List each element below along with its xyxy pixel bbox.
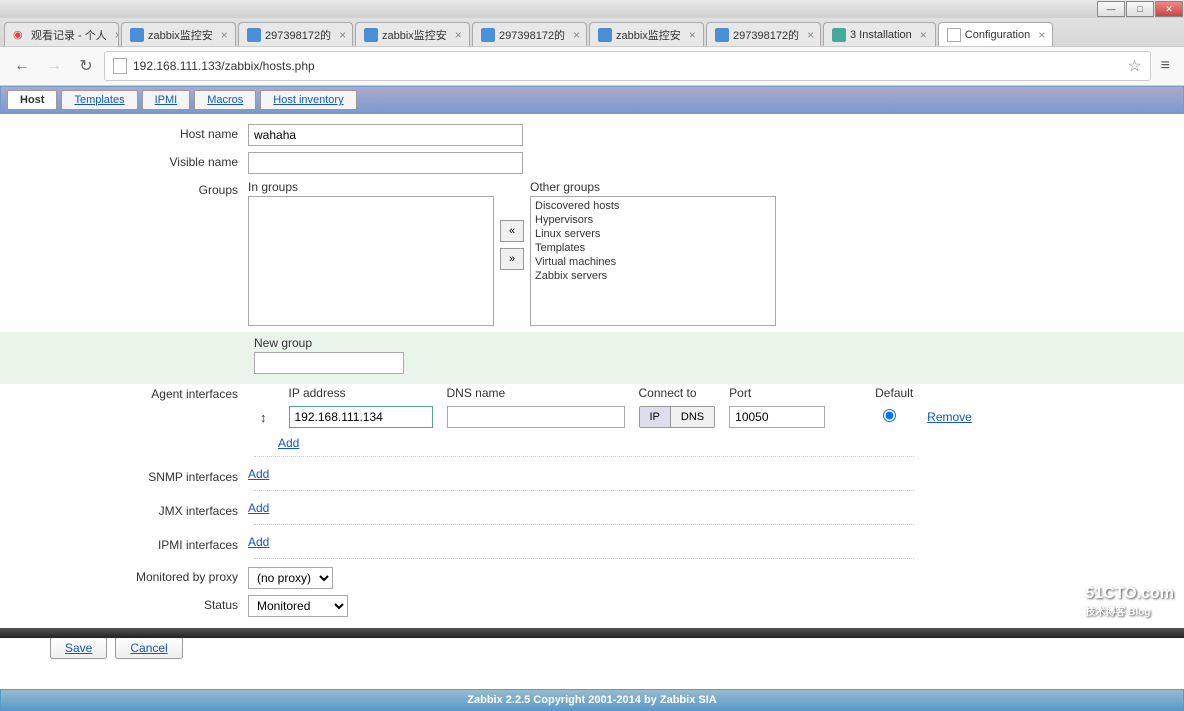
browser-tab[interactable]: ◉观看记录 - 个人×: [4, 22, 119, 46]
favicon: [715, 28, 729, 42]
save-button[interactable]: Save: [50, 637, 107, 659]
tab-close-icon[interactable]: ×: [221, 28, 228, 42]
bookmark-star-icon[interactable]: ☆: [1127, 56, 1141, 76]
tab-close-icon[interactable]: ×: [573, 28, 580, 42]
default-interface-radio[interactable]: [883, 409, 896, 422]
page-icon: [113, 58, 127, 74]
browser-tab[interactable]: zabbix监控安×: [589, 22, 704, 46]
new-group-label: New group: [254, 336, 1184, 350]
move-right-button[interactable]: »: [500, 248, 524, 270]
move-left-button[interactable]: «: [500, 220, 524, 242]
tab-host[interactable]: Host: [7, 90, 57, 110]
window-close[interactable]: ✕: [1155, 1, 1183, 17]
agent-ip-input[interactable]: [289, 406, 433, 428]
visible-name-label: Visible name: [0, 152, 248, 169]
add-jmx-interface-link[interactable]: Add: [248, 501, 269, 515]
snmp-interfaces-label: SNMP interfaces: [0, 467, 248, 484]
browser-tabs: ◉观看记录 - 个人× zabbix监控安× 297398172的× zabbi…: [0, 18, 1184, 46]
agent-interfaces-label: Agent interfaces: [0, 384, 248, 450]
add-agent-interface-link[interactable]: Add: [278, 436, 299, 450]
proxy-select[interactable]: (no proxy): [248, 567, 333, 589]
favicon: [598, 28, 612, 42]
favicon: [832, 28, 846, 42]
footer-text: Zabbix 2.2.5 Copyright 2001-2014 by Zabb…: [0, 689, 1184, 711]
browser-tab[interactable]: 297398172的×: [706, 22, 821, 46]
host-name-label: Host name: [0, 124, 248, 141]
tab-close-icon[interactable]: ×: [455, 28, 462, 42]
tab-close-icon[interactable]: ×: [689, 28, 696, 42]
browser-tab[interactable]: zabbix监控安×: [121, 22, 236, 46]
connect-dns-button[interactable]: DNS: [671, 407, 714, 427]
address-bar[interactable]: 192.168.111.133/zabbix/hosts.php ☆: [104, 51, 1151, 81]
favicon: [247, 28, 261, 42]
default-header: Default: [835, 384, 923, 402]
in-groups-label: In groups: [248, 180, 494, 194]
agent-port-input[interactable]: [729, 406, 825, 428]
port-header: Port: [725, 384, 835, 402]
favicon: [481, 28, 495, 42]
tab-macros[interactable]: Macros: [194, 90, 256, 110]
tab-ipmi[interactable]: IPMI: [142, 90, 191, 110]
connect-ip-button[interactable]: IP: [640, 407, 671, 427]
agent-dns-input[interactable]: [447, 406, 625, 428]
cancel-button[interactable]: Cancel: [115, 637, 182, 659]
list-item[interactable]: Virtual machines: [533, 255, 773, 269]
browser-tab[interactable]: zabbix监控安×: [355, 22, 470, 46]
nav-reload-button[interactable]: ↻: [72, 52, 100, 80]
tab-close-icon[interactable]: ×: [807, 28, 814, 42]
nav-forward-button[interactable]: →: [40, 52, 68, 80]
list-item[interactable]: Discovered hosts: [533, 199, 773, 213]
favicon: [364, 28, 378, 42]
window-minimize[interactable]: —: [1097, 1, 1125, 17]
chrome-menu-icon[interactable]: ≡: [1155, 57, 1176, 75]
connect-to-header: Connect to: [635, 384, 726, 402]
browser-tab[interactable]: 297398172的×: [472, 22, 587, 46]
window-maximize[interactable]: □: [1126, 1, 1154, 17]
tab-close-icon[interactable]: ×: [1038, 28, 1045, 42]
add-ipmi-interface-link[interactable]: Add: [248, 535, 269, 549]
status-label: Status: [0, 595, 248, 612]
other-groups-label: Other groups: [530, 180, 776, 194]
browser-tab[interactable]: 297398172的×: [238, 22, 353, 46]
tab-close-icon[interactable]: ×: [115, 28, 119, 42]
tab-templates[interactable]: Templates: [61, 90, 137, 110]
url-text: 192.168.111.133/zabbix/hosts.php: [133, 59, 1121, 73]
drag-handle-icon[interactable]: ↕: [252, 410, 275, 425]
browser-tab[interactable]: Configuration×: [938, 22, 1053, 46]
new-group-input[interactable]: [254, 352, 404, 374]
host-name-input[interactable]: [248, 124, 523, 146]
taskbar: [0, 628, 1184, 638]
in-groups-listbox[interactable]: [248, 196, 494, 326]
add-snmp-interface-link[interactable]: Add: [248, 467, 269, 481]
visible-name-input[interactable]: [248, 152, 523, 174]
groups-label: Groups: [0, 180, 248, 197]
jmx-interfaces-label: JMX interfaces: [0, 501, 248, 518]
status-select[interactable]: Monitored: [248, 595, 348, 617]
nav-back-button[interactable]: ←: [8, 52, 36, 80]
list-item[interactable]: Hypervisors: [533, 213, 773, 227]
connect-to-toggle: IP DNS: [639, 406, 716, 428]
tab-host-inventory[interactable]: Host inventory: [260, 90, 356, 110]
browser-tab[interactable]: 3 Installation×: [823, 22, 936, 46]
list-item[interactable]: Linux servers: [533, 227, 773, 241]
favicon: [947, 28, 961, 42]
form-tabs: Host Templates IPMI Macros Host inventor…: [0, 86, 1184, 114]
other-groups-listbox[interactable]: Discovered hosts Hypervisors Linux serve…: [530, 196, 776, 326]
favicon: ◉: [13, 28, 27, 42]
favicon: [130, 28, 144, 42]
dns-name-header: DNS name: [443, 384, 635, 402]
ip-address-header: IP address: [285, 384, 443, 402]
ipmi-interfaces-label: IPMI interfaces: [0, 535, 248, 552]
list-item[interactable]: Templates: [533, 241, 773, 255]
list-item[interactable]: Zabbix servers: [533, 269, 773, 283]
monitored-by-proxy-label: Monitored by proxy: [0, 567, 248, 584]
tab-close-icon[interactable]: ×: [339, 28, 346, 42]
tab-close-icon[interactable]: ×: [920, 28, 927, 42]
remove-interface-link[interactable]: Remove: [927, 410, 972, 424]
